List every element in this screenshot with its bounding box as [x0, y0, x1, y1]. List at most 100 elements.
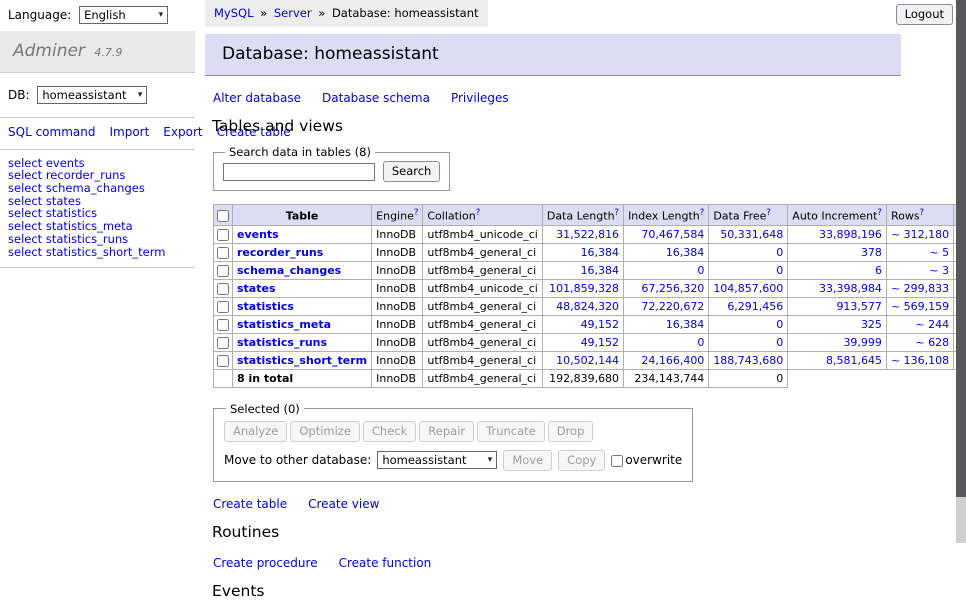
sidebar-action-link[interactable]: Export [163, 125, 202, 139]
auto-increment-link[interactable]: 325 [861, 318, 882, 331]
auto-increment-link[interactable]: 8,581,645 [826, 354, 882, 367]
rows-count-link[interactable]: ~ 312,180 [891, 228, 949, 241]
data-free-link[interactable]: 0 [776, 246, 783, 259]
scrollbar[interactable] [956, 0, 966, 543]
create-link[interactable]: Create view [308, 497, 379, 511]
auto-increment-link[interactable]: 378 [861, 246, 882, 259]
column-help-link[interactable]: ? [615, 208, 620, 218]
data-length-link[interactable]: 48,824,320 [556, 300, 619, 313]
sidebar-action-link[interactable]: Import [109, 125, 149, 139]
table-name-link[interactable]: statistics_runs [237, 336, 327, 349]
data-length-link[interactable]: 16,384 [581, 246, 620, 259]
index-length-link[interactable]: 16,384 [666, 318, 705, 331]
index-length-link[interactable]: 24,166,400 [641, 354, 704, 367]
data-free-link[interactable]: 188,743,680 [713, 354, 783, 367]
auto-increment-link[interactable]: 33,898,196 [819, 228, 882, 241]
rows-count-link[interactable]: ~ 299,833 [891, 282, 949, 295]
app-name[interactable]: Adminer [13, 41, 85, 61]
routine-create-link[interactable]: Create function [339, 556, 432, 570]
data-length-link[interactable]: 101,859,328 [549, 282, 619, 295]
rows-count-link[interactable]: ~ 628 [915, 336, 949, 349]
rows-count-link[interactable]: ~ 3 [929, 264, 949, 277]
app-logo: Adminer 4.7.9 [0, 31, 195, 73]
rows-count-link[interactable]: ~ 569,159 [891, 300, 949, 313]
db-select[interactable]: homeassistant ▾ [37, 86, 147, 104]
sidebar-item-select-table[interactable]: select statistics_short_term [8, 246, 187, 259]
sidebar-item-select-table[interactable]: select statistics_runs [8, 233, 187, 246]
routine-create-link[interactable]: Create procedure [213, 556, 318, 570]
rows-count-link[interactable]: ~ 136,108 [891, 354, 949, 367]
index-length-link[interactable]: 70,467,584 [641, 228, 704, 241]
overwrite-checkbox[interactable] [611, 455, 623, 467]
selected-action-button[interactable]: Optimize [290, 421, 360, 442]
table-name-link[interactable]: schema_changes [237, 264, 341, 277]
data-length-link[interactable]: 16,384 [581, 264, 620, 277]
data-length-link[interactable]: 49,152 [581, 318, 620, 331]
row-checkbox[interactable] [217, 229, 229, 241]
data-free-link[interactable]: 0 [776, 264, 783, 277]
language-select[interactable]: English ▾ [79, 6, 168, 24]
column-help-link[interactable]: ? [476, 208, 481, 218]
table-name-link[interactable]: statistics_short_term [237, 354, 367, 367]
row-checkbox[interactable] [217, 265, 229, 277]
auto-increment-link[interactable]: 6 [875, 264, 882, 277]
selected-action-button[interactable]: Repair [419, 421, 474, 442]
table-name-link[interactable]: recorder_runs [237, 246, 323, 259]
logout-button[interactable]: Logout [896, 4, 953, 25]
copy-button[interactable]: Copy [558, 450, 605, 471]
selected-action-button[interactable]: Analyze [224, 421, 287, 442]
rows-count-link[interactable]: ~ 244 [915, 318, 949, 331]
search-button[interactable]: Search [383, 161, 441, 182]
selected-action-button[interactable]: Drop [548, 421, 594, 442]
auto-increment-link[interactable]: 39,999 [843, 336, 882, 349]
database-action-link[interactable]: Alter database [213, 91, 301, 105]
breadcrumb-server-link[interactable]: Server [274, 6, 312, 20]
selected-action-button[interactable]: Truncate [477, 421, 545, 442]
sidebar-item-select-table[interactable]: select schema_changes [8, 182, 187, 195]
table-name-link[interactable]: states [237, 282, 276, 295]
select-all-checkbox[interactable] [217, 210, 229, 222]
index-length-link[interactable]: 72,220,672 [641, 300, 704, 313]
row-checkbox[interactable] [217, 301, 229, 313]
breadcrumb-mysql-link[interactable]: MySQL [214, 6, 254, 20]
data-free-link[interactable]: 50,331,648 [720, 228, 783, 241]
database-action-link[interactable]: Privileges [451, 91, 509, 105]
table-name-link[interactable]: statistics_meta [237, 318, 331, 331]
auto-increment-link[interactable]: 913,577 [836, 300, 882, 313]
data-length-link[interactable]: 31,522,816 [556, 228, 619, 241]
row-checkbox[interactable] [217, 355, 229, 367]
data-length-link[interactable]: 10,502,144 [556, 354, 619, 367]
table-name-link[interactable]: events [237, 228, 279, 241]
column-help-link[interactable]: ? [700, 208, 705, 218]
column-help-link[interactable]: ? [414, 208, 419, 218]
sidebar-item-select-table[interactable]: select statistics_meta [8, 220, 187, 233]
row-checkbox[interactable] [217, 337, 229, 349]
move-button[interactable]: Move [503, 450, 552, 471]
sidebar-action-link[interactable]: SQL command [8, 125, 95, 139]
index-length-link[interactable]: 0 [697, 264, 704, 277]
index-length-link[interactable]: 67,256,320 [641, 282, 704, 295]
create-link[interactable]: Create table [213, 497, 287, 511]
column-help-link[interactable]: ? [877, 208, 882, 218]
tables-list: TableEngine?Collation?Data Length?Index … [213, 204, 966, 388]
move-db-select[interactable]: homeassistant ▾ [377, 451, 497, 469]
row-checkbox[interactable] [217, 283, 229, 295]
column-help-link[interactable]: ? [766, 208, 771, 218]
row-checkbox[interactable] [217, 247, 229, 259]
selected-action-button[interactable]: Check [363, 421, 416, 442]
data-free-link[interactable]: 0 [776, 336, 783, 349]
database-action-link[interactable]: Database schema [322, 91, 430, 105]
column-help-link[interactable]: ? [920, 208, 925, 218]
table-name-link[interactable]: statistics [237, 300, 294, 313]
data-free-link[interactable]: 0 [776, 318, 783, 331]
scrollbar-thumb[interactable] [956, 0, 966, 497]
index-length-link[interactable]: 16,384 [666, 246, 705, 259]
data-length-link[interactable]: 49,152 [581, 336, 620, 349]
rows-count-link[interactable]: ~ 5 [929, 246, 949, 259]
index-length-link[interactable]: 0 [697, 336, 704, 349]
row-checkbox[interactable] [217, 319, 229, 331]
search-input[interactable] [223, 163, 375, 181]
data-free-link[interactable]: 104,857,600 [713, 282, 783, 295]
auto-increment-link[interactable]: 33,398,984 [819, 282, 882, 295]
data-free-link[interactable]: 6,291,456 [727, 300, 783, 313]
